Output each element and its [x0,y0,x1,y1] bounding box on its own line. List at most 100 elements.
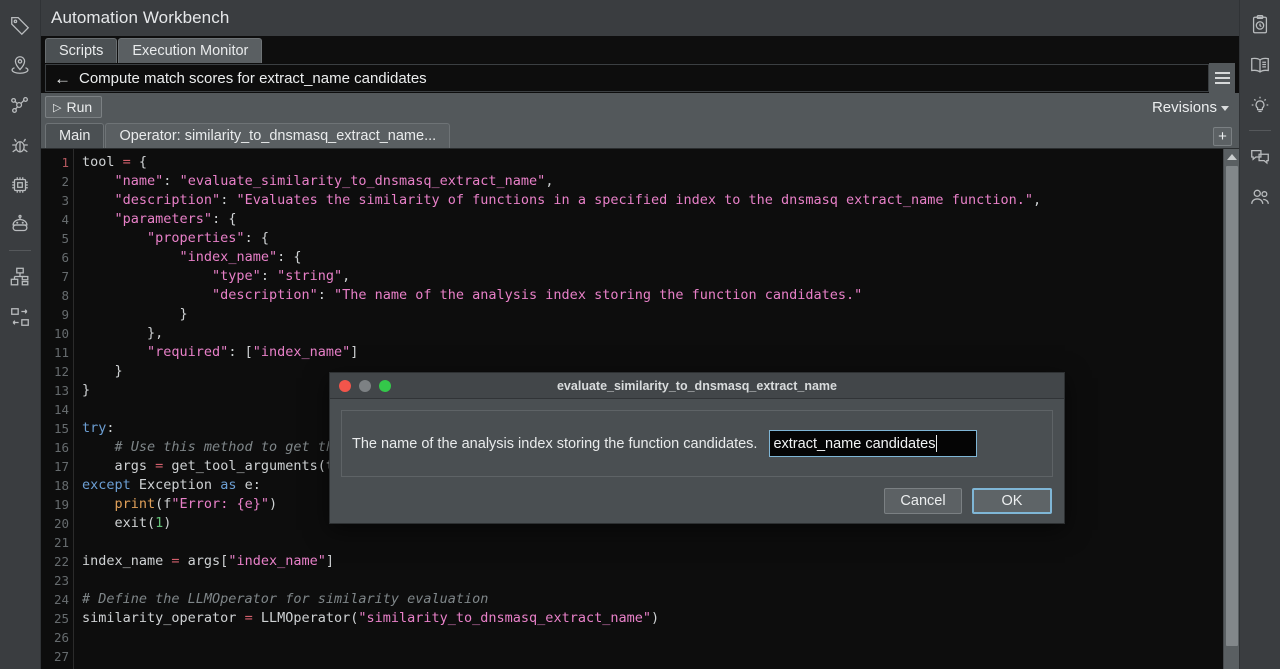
code-token [82,439,115,455]
line-number: 3 [41,191,73,210]
zoom-button[interactable] [379,380,391,392]
hamburger-icon[interactable] [1209,63,1235,93]
code-token [82,249,180,265]
book-icon[interactable] [1240,45,1280,85]
chevron-down-icon [1221,106,1229,111]
transfer-icon[interactable] [0,297,41,337]
hierarchy-icon[interactable] [0,257,41,297]
code-line [82,647,1239,666]
traffic-lights [330,380,391,392]
dialog-field-group: The name of the analysis index storing t… [341,410,1053,477]
people-icon[interactable] [1240,177,1280,217]
app-window: Automation Workbench Scripts Execution M… [0,0,1280,669]
bug-icon[interactable] [0,125,41,165]
lightbulb-icon[interactable] [1240,85,1280,125]
line-number: 13 [41,381,73,400]
index-name-input[interactable]: extract_name candidates [769,430,977,457]
code-line: similarity_operator = LLMOperator("simil… [82,609,1239,628]
code-token: as [220,477,236,493]
tab-execution-monitor[interactable]: Execution Monitor [118,38,262,63]
code-token: (f [155,496,171,512]
script-name-bar: ← Compute match scores for extract_name … [41,63,1239,93]
add-tab-button[interactable]: + [1213,127,1232,146]
code-token: ) [269,496,277,512]
line-number: 12 [41,362,73,381]
divider [1249,130,1271,131]
code-token: LLMOperator( [253,610,359,626]
code-token [82,344,147,360]
code-token: "description" [115,192,221,208]
scrollbar-thumb[interactable] [1226,166,1238,646]
code-token: = [171,553,179,569]
code-token: ) [651,610,659,626]
input-dialog: evaluate_similarity_to_dnsmasq_extract_n… [329,372,1065,524]
code-token: "evaluate_similarity_to_dnsmasq_extract_… [180,173,546,189]
tab-scripts[interactable]: Scripts [45,38,117,63]
code-token: except [82,477,131,493]
ok-button[interactable]: OK [972,488,1052,514]
revisions-dropdown[interactable]: Revisions [1152,99,1233,116]
code-line: }, [82,324,1239,343]
code-token: "name" [115,173,164,189]
code-token: : { [245,230,269,246]
code-token [82,173,115,189]
line-number: 8 [41,286,73,305]
scroll-up-arrow-icon[interactable] [1224,149,1239,164]
code-token: { [131,154,147,170]
code-line [82,571,1239,590]
network-graph-icon[interactable] [0,85,41,125]
code-token: "index_name" [180,249,278,265]
code-line: # Define the LLMOperator for similarity … [82,590,1239,609]
back-arrow-icon[interactable]: ← [54,70,71,87]
tag-icon[interactable] [0,5,41,45]
code-token: "properties" [147,230,245,246]
location-pin-icon[interactable] [0,45,41,85]
line-number: 23 [41,571,73,590]
code-token: = [123,154,131,170]
code-line: index_name = args["index_name"] [82,552,1239,571]
line-number: 2 [41,172,73,191]
chat-bubbles-icon[interactable] [1240,137,1280,177]
script-name-field[interactable]: ← Compute match scores for extract_name … [45,64,1209,92]
code-token: ) [163,515,171,531]
code-token: : [220,192,236,208]
code-token: } [82,382,90,398]
dialog-actions: Cancel OK [330,479,1064,523]
dialog-title-bar: evaluate_similarity_to_dnsmasq_extract_n… [330,373,1064,399]
line-number: 4 [41,210,73,229]
code-token: } [82,306,188,322]
line-number: 19 [41,495,73,514]
robot-icon[interactable] [0,205,41,245]
hamburger-line [1215,77,1230,79]
dialog-body: The name of the analysis index storing t… [330,399,1064,479]
line-number: 18 [41,476,73,495]
editor-scrollbar[interactable] [1223,149,1239,669]
clipboard-clock-icon[interactable] [1240,5,1280,45]
line-number: 6 [41,248,73,267]
code-token: index_name [82,553,171,569]
line-number: 25 [41,609,73,628]
code-line: "required": ["index_name"] [82,343,1239,362]
code-token: similarity_operator [82,610,245,626]
code-token: try [82,420,106,436]
minimize-button[interactable] [359,380,371,392]
line-number: 21 [41,533,73,552]
code-token: : [163,173,179,189]
code-token: "string" [277,268,342,284]
code-line: "description": "Evaluates the similarity… [82,191,1239,210]
tab-operator[interactable]: Operator: similarity_to_dnsmasq_extract_… [105,123,450,148]
code-line: tool = { [82,153,1239,172]
code-token: "parameters" [115,211,213,227]
run-button[interactable]: ▷ Run [45,96,102,118]
code-token: "Error: {e}" [171,496,269,512]
tab-main[interactable]: Main [45,123,104,148]
line-number: 5 [41,229,73,248]
close-button[interactable] [339,380,351,392]
dialog-title: evaluate_similarity_to_dnsmasq_extract_n… [330,379,1064,393]
editor-tab-bar: Main Operator: similarity_to_dnsmasq_ext… [41,121,1239,148]
line-number: 9 [41,305,73,324]
code-token: tool [82,154,123,170]
cancel-button[interactable]: Cancel [884,488,962,514]
line-number: 16 [41,438,73,457]
chip-icon[interactable] [0,165,41,205]
